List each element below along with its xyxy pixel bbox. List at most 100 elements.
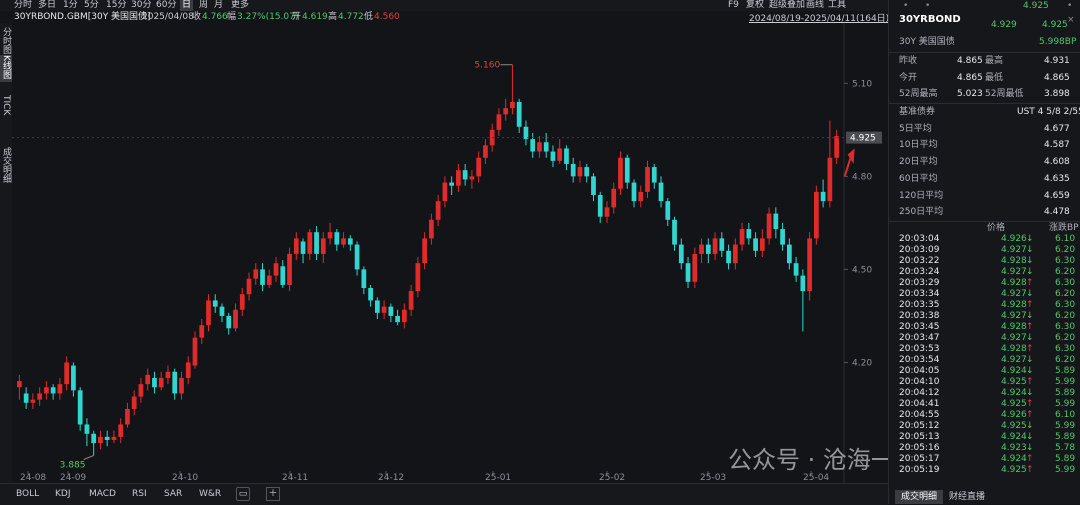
tab-macd[interactable]: MACD: [89, 487, 116, 501]
candle-body: [192, 337, 198, 366]
tab-month[interactable]: 月: [214, 0, 223, 11]
add-indicator-button[interactable]: ▭: [236, 487, 250, 501]
tab-tick[interactable]: TICK: [0, 95, 12, 118]
tab-5min[interactable]: 5分: [84, 0, 99, 11]
candle-body: [665, 201, 671, 220]
tab-live[interactable]: 财经直播: [949, 490, 985, 504]
tick-arrow-icon: ↓: [1026, 234, 1034, 244]
candle-body: [44, 387, 49, 394]
tick-time: 20:04:55: [899, 410, 940, 420]
tab-30min[interactable]: 30分: [131, 0, 151, 11]
tab-trade-details[interactable]: 成交明细: [0, 147, 12, 186]
candle-body: [77, 390, 83, 425]
tick-row: 20:04:55 4.926 ↑ 6.10: [889, 410, 1080, 421]
tab-1min[interactable]: 1分: [63, 0, 78, 11]
tab-intraday-chart[interactable]: 分时图: [0, 27, 12, 57]
x-tick-label: 25-01: [485, 473, 511, 483]
candle-body: [422, 238, 427, 264]
tick-row: 20:03:24 4.927 ↓ 6.20: [889, 267, 1080, 278]
pin-icon-2[interactable]: •: [925, 0, 930, 12]
tick-arrow-icon: ↑: [1026, 344, 1034, 354]
overlay-button[interactable]: 超级叠加: [769, 0, 805, 11]
tick-row: 20:03:53 4.928 ↑ 6.30: [889, 344, 1080, 355]
candle-body: [111, 436, 117, 440]
tick-bp: 6.30: [1055, 322, 1076, 332]
tick-arrow-icon: ↑: [1026, 454, 1034, 464]
plus-icon[interactable]: ＋: [266, 487, 280, 501]
tick-price: 4.926: [1001, 410, 1027, 420]
candle-body: [293, 238, 299, 254]
tab-week[interactable]: 周: [199, 0, 208, 11]
tab-60min[interactable]: 60分: [156, 0, 176, 11]
tick-row: 20:03:38 4.927 ↓ 6.20: [889, 311, 1080, 322]
tab-kdj[interactable]: KDJ: [55, 487, 71, 501]
tick-arrow-icon: ↓: [1026, 267, 1034, 277]
candle-body: [631, 182, 637, 202]
tick-bp: 6.20: [1055, 355, 1076, 365]
stat-value: 4.931: [1044, 56, 1070, 66]
avg-value: 4.677: [1044, 124, 1070, 134]
benchmark-label: 基准债券: [899, 107, 936, 117]
tab-intraday[interactable]: 分时: [14, 0, 32, 11]
tab-day[interactable]: 日: [180, 0, 194, 11]
tick-row: 20:04:41 4.925 ↑ 5.99: [889, 399, 1080, 410]
tab-trade-details-panel[interactable]: 成交明细: [895, 490, 944, 504]
candle-body: [158, 377, 164, 388]
tick-row: 20:05:16 4.923 ↓ 5.78: [889, 443, 1080, 454]
tick-time: 20:03:29: [899, 278, 940, 288]
f9-button[interactable]: F9: [728, 0, 739, 11]
y-tick-label: 5.10: [852, 79, 872, 89]
tools-button[interactable]: 工具: [828, 0, 846, 11]
tick-price: 4.927: [1001, 267, 1027, 277]
tick-arrow-icon: ↑: [1026, 300, 1034, 310]
settings-icon[interactable]: •: [1067, 0, 1072, 12]
tick-price: 4.928: [1001, 300, 1027, 310]
tick-arrow-icon: ↓: [1026, 355, 1034, 365]
tick-arrow-icon: ↓: [1026, 289, 1034, 299]
candle-body: [766, 213, 772, 239]
tab-15min[interactable]: 15分: [106, 0, 126, 11]
tick-time: 20:05:17: [899, 454, 940, 464]
adjust-button[interactable]: 复权: [746, 0, 764, 11]
panel-tabs: 成交明细 财经直播: [889, 490, 1080, 504]
tick-bp: 6.30: [1055, 300, 1076, 310]
tick-price: 4.928: [1001, 256, 1027, 266]
tick-row: 20:03:34 4.927 ↓ 6.20: [889, 289, 1080, 300]
candle-body: [597, 194, 603, 217]
quote-change: 4.925: [1042, 20, 1068, 30]
candle-body: [435, 201, 441, 220]
tab-rsi[interactable]: RSI: [132, 487, 147, 501]
tick-time: 20:03:09: [899, 245, 940, 255]
quote-name: 30Y 美国国债: [899, 37, 955, 47]
pin-icon[interactable]: •: [903, 0, 908, 12]
tab-sar[interactable]: SAR: [164, 487, 182, 501]
tick-bp: 5.78: [1055, 443, 1076, 453]
tick-row: 20:03:54 4.927 ↓ 6.20: [889, 355, 1080, 366]
tab-boll[interactable]: BOLL: [16, 487, 39, 501]
candle-body: [537, 142, 542, 152]
close-value: 4.766: [202, 12, 228, 22]
candle-body: [638, 191, 644, 202]
candle-body: [483, 145, 488, 158]
candle-body: [705, 244, 711, 254]
candle-body: [307, 232, 313, 254]
x-tick-label: 24-08: [20, 473, 46, 483]
draw-button[interactable]: 画线: [806, 0, 824, 11]
tick-bp: 6.20: [1055, 333, 1076, 343]
stat-value: 5.023: [957, 89, 983, 99]
tick-row: 20:05:13 4.924 ↓ 5.89: [889, 432, 1080, 443]
kline-chart[interactable]: 5.10 4.80 4.50 4.20 24-08 24-09 24-10 24-11 24-1…: [12, 23, 888, 483]
avg-label: 10日平均: [899, 140, 938, 150]
tick-price: 4.928: [1001, 344, 1027, 354]
candle-body: [557, 148, 563, 161]
tick-bp: 6.20: [1055, 311, 1076, 321]
candle-body: [780, 229, 785, 245]
tab-kline[interactable]: K线图: [0, 55, 12, 82]
tab-wr[interactable]: W&R: [199, 487, 221, 501]
candle-body: [611, 188, 617, 208]
tab-more[interactable]: 更多: [231, 0, 249, 11]
candle-body: [246, 278, 252, 295]
tick-time: 20:03:38: [899, 311, 940, 321]
candle-body: [408, 291, 414, 310]
tab-multiday[interactable]: 多日: [38, 0, 56, 11]
